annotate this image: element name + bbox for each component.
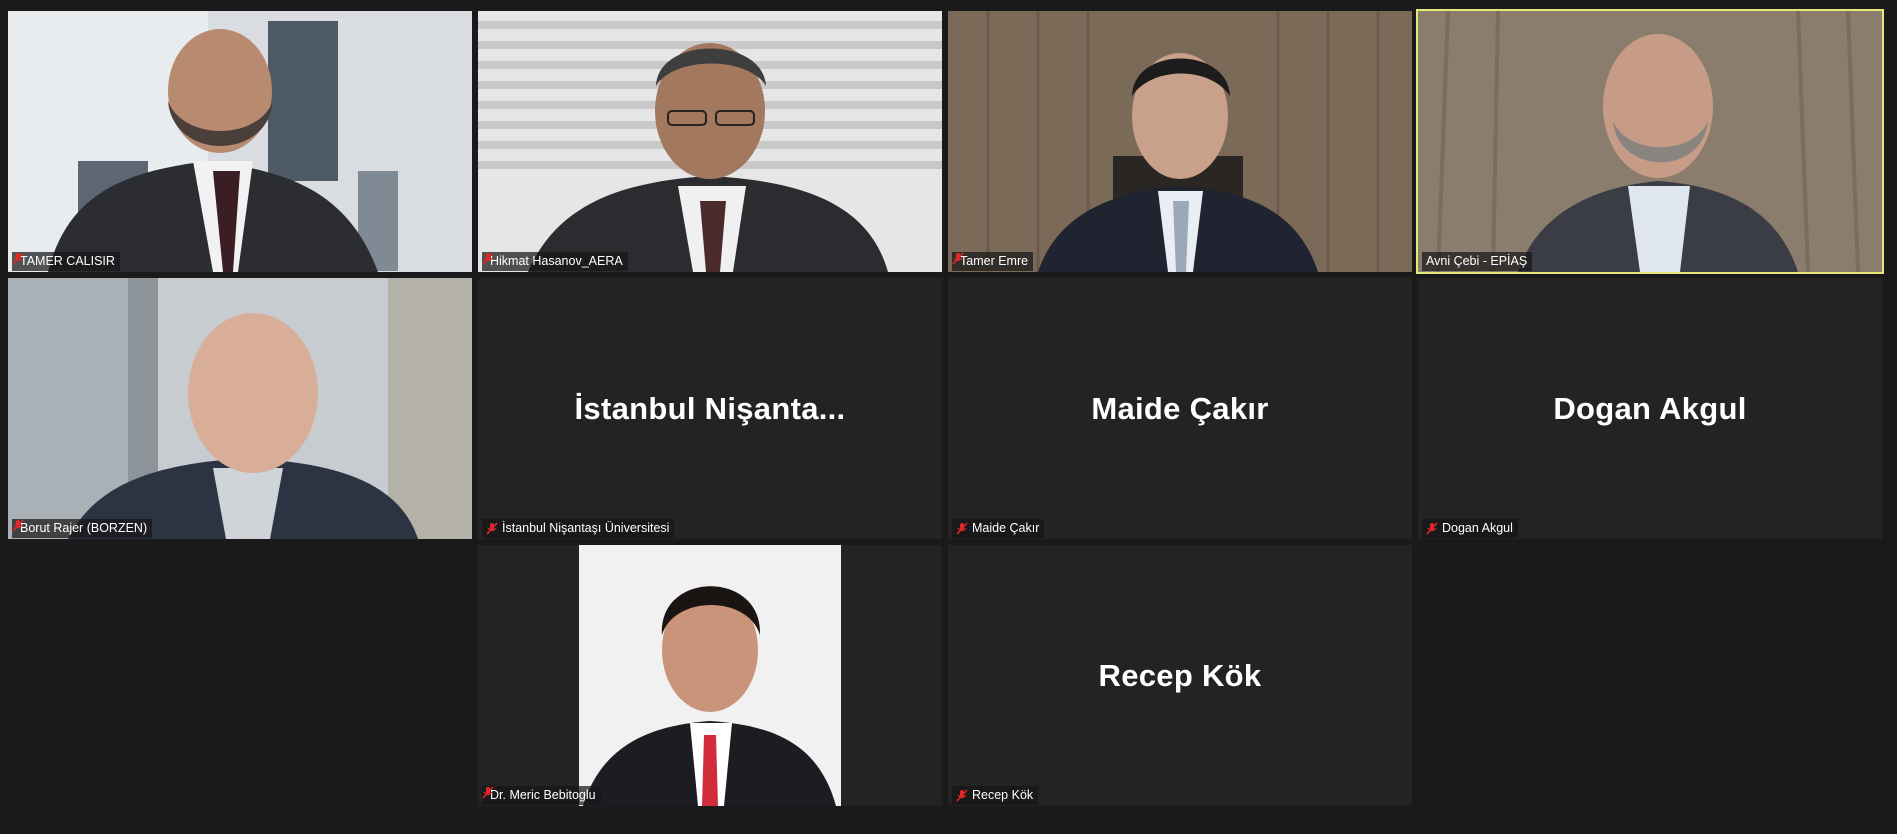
participant-name: Tamer Emre <box>960 254 1029 268</box>
participant-tile-dogan-akgul[interactable]: Dogan Akgul Dogan Akgul <box>1418 278 1882 539</box>
participant-video-tamer-calisir <box>8 11 472 272</box>
participant-name-tag: Borut Rajer (BORZEN) <box>12 519 153 538</box>
participant-video-meric-bebitoglu <box>478 545 942 806</box>
participant-name-tag: Recep Kök <box>952 786 1039 805</box>
participant-video-hikmat-hasanov <box>478 11 942 272</box>
participant-name: Dogan Akgul <box>1442 521 1513 535</box>
participant-tile-maide-cakir[interactable]: Maide Çakır Maide Çakır <box>948 278 1412 539</box>
participant-tile-avni-cebi[interactable]: Avni Çebi - EPİAŞ <box>1416 9 1884 274</box>
participant-name-tag: Tamer Emre <box>952 252 1034 271</box>
participant-video-tamer-emre <box>948 11 1412 272</box>
participant-tile-recep-kok[interactable]: Recep Kök Recep Kök <box>948 545 1412 806</box>
participant-name: Hikmat Hasanov_AERA <box>490 254 623 268</box>
participant-display-name: Maide Çakır <box>1091 390 1269 426</box>
participant-name: Borut Rajer (BORZEN) <box>20 521 148 535</box>
participant-tile-istanbul-nisantasi[interactable]: İstanbul Nişanta... İstanbul Nişantaşı Ü… <box>478 278 942 539</box>
participant-name-tag: İstanbul Nişantaşı Üniversitesi <box>482 519 675 538</box>
participant-name-tag: Hikmat Hasanov_AERA <box>482 252 628 271</box>
participant-name-tag: Maide Çakır <box>952 519 1045 538</box>
participant-tile-tamer-calisir[interactable]: TAMER CALISIR <box>8 11 472 272</box>
participant-tile-meric-bebitoglu[interactable]: Dr. Meric Bebitoglu <box>478 545 942 806</box>
participant-display-name: İstanbul Nişanta... <box>574 390 846 426</box>
participant-video-borut-rajer <box>8 278 472 539</box>
participant-tile-tamer-emre[interactable]: Tamer Emre <box>948 11 1412 272</box>
participant-name-tag: TAMER CALISIR <box>12 252 120 271</box>
participant-name: Dr. Meric Bebitoglu <box>490 788 596 802</box>
participant-display-name: Dogan Akgul <box>1553 390 1747 426</box>
participant-name-tag: Dogan Akgul <box>1422 519 1518 538</box>
participant-tile-borut-rajer[interactable]: Borut Rajer (BORZEN) <box>8 278 472 539</box>
participant-name: İstanbul Nişantaşı Üniversitesi <box>502 521 670 535</box>
participant-name: Maide Çakır <box>972 521 1040 535</box>
microphone-muted-icon <box>956 789 968 802</box>
participant-name-tag: Avni Çebi - EPİAŞ <box>1422 252 1533 271</box>
microphone-muted-icon <box>486 522 498 535</box>
microphone-muted-icon <box>956 522 968 535</box>
microphone-muted-icon <box>1426 522 1438 535</box>
participant-name: Recep Kök <box>972 788 1034 802</box>
participant-name: Avni Çebi - EPİAŞ <box>1426 254 1528 268</box>
participant-video-avni-cebi <box>1418 11 1882 272</box>
participant-name: TAMER CALISIR <box>20 254 115 268</box>
participant-name-tag: Dr. Meric Bebitoglu <box>482 786 601 805</box>
participant-display-name: Recep Kök <box>1098 657 1262 693</box>
participant-tile-hikmat-hasanov[interactable]: Hikmat Hasanov_AERA <box>478 11 942 272</box>
